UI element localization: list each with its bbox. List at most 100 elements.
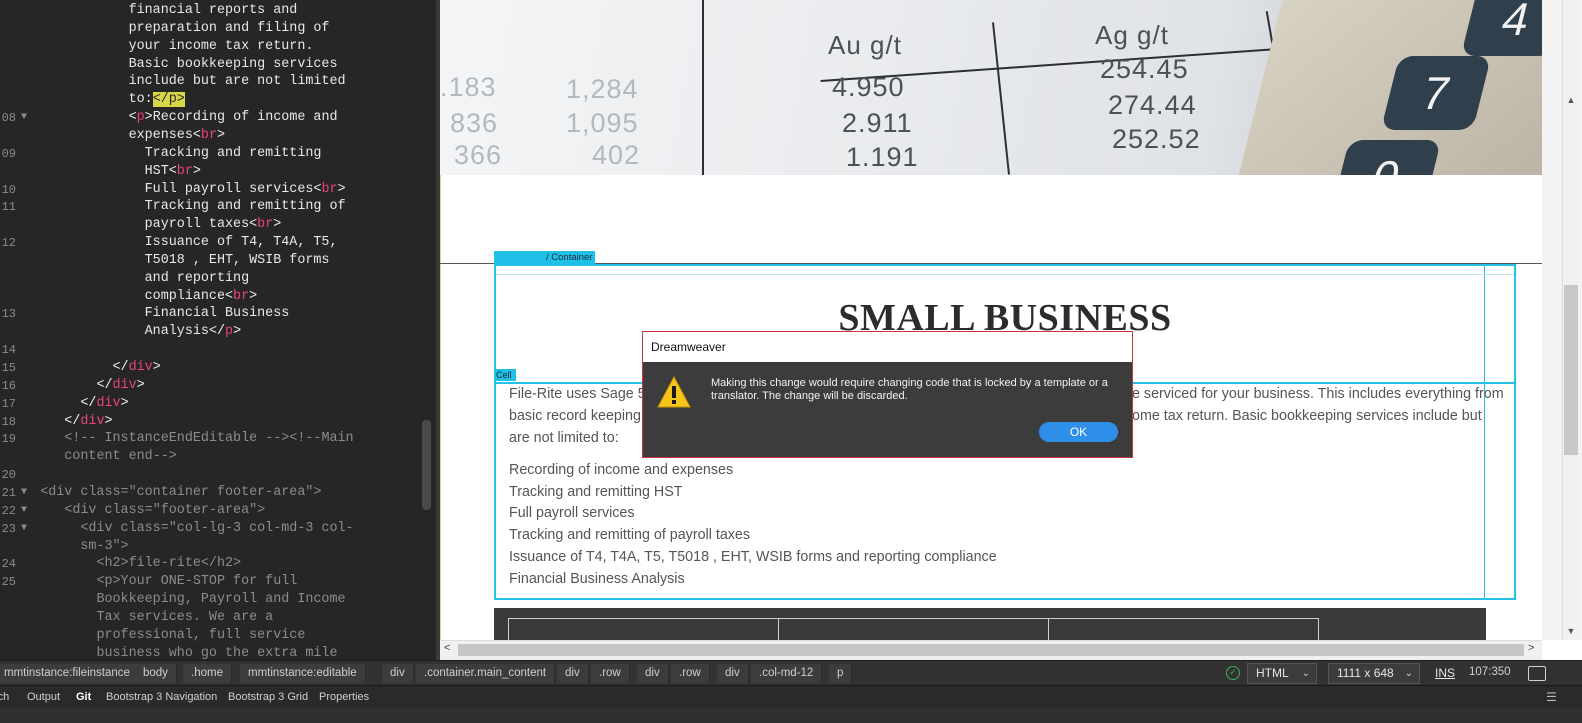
code-line[interactable]: 20 (0, 466, 430, 484)
code-line[interactable]: and reporting (0, 270, 430, 288)
code-line[interactable]: 25 <p>Your ONE-STOP for full (0, 573, 430, 591)
panel-tab[interactable]: Output (27, 691, 60, 703)
code-line[interactable]: 08 ▼ <p>Recording of income and (0, 109, 430, 127)
breadcrumb-item[interactable]: .col-md-12 (751, 664, 823, 683)
panel-tab[interactable]: Properties (319, 691, 369, 703)
dialog-titlebar[interactable]: Dreamweaver (643, 332, 1132, 362)
code-text[interactable]: </div> (0, 359, 161, 377)
code-line[interactable]: HST<br> (0, 163, 430, 181)
code-text[interactable]: <div class="col-lg-3 col-md-3 col- (0, 520, 353, 538)
code-text[interactable]: Tracking and remitting of (0, 198, 346, 216)
code-line[interactable]: 16 </div> (0, 377, 430, 395)
ok-button[interactable]: OK (1039, 422, 1118, 442)
live-design-view[interactable]: Au g/t Ag g/t .183 836 366 1,284 1,095 4… (440, 0, 1582, 660)
document-type-select[interactable]: HTML ⌄ (1247, 663, 1317, 684)
scroll-right-icon[interactable]: > (1528, 642, 1534, 654)
code-line[interactable]: sm-3"> (0, 538, 430, 556)
paragraph-line1-left[interactable]: File-Rite uses Sage 5 (509, 383, 646, 405)
code-text[interactable]: professional, full service (0, 627, 305, 645)
code-text[interactable]: business who go the extra mile (0, 645, 337, 660)
code-text[interactable]: compliance<br> (0, 288, 258, 306)
code-line[interactable]: 10 Full payroll services<br> (0, 181, 430, 199)
code-line[interactable]: to:</p> (0, 91, 430, 109)
service-item[interactable]: Full payroll services (509, 502, 635, 524)
paragraph-line1-right[interactable]: e serviced for your business. This inclu… (1132, 383, 1504, 405)
code-line[interactable]: T5018 , EHT, WSIB forms (0, 252, 430, 270)
code-line[interactable]: 13 Financial Business (0, 305, 430, 323)
code-line[interactable]: 24 <h2>file-rite</h2> (0, 555, 430, 573)
breadcrumb-item[interactable]: div (637, 664, 669, 683)
breadcrumb-item[interactable]: body (135, 664, 177, 683)
code-line[interactable]: 18 </div> (0, 413, 430, 431)
code-line[interactable]: 11 Tracking and remitting of (0, 198, 430, 216)
service-item[interactable]: Tracking and remitting HST (509, 481, 682, 503)
horizontal-scroll-thumb[interactable] (458, 644, 1524, 656)
container-tag-label[interactable]: / Container (494, 251, 595, 264)
panel-tab[interactable]: rch (0, 691, 9, 703)
code-line[interactable]: 22 ▼ <div class="footer-area"> (0, 502, 430, 520)
breadcrumb-item[interactable]: div (717, 664, 749, 683)
code-text[interactable]: to:</p> (0, 91, 185, 109)
code-text[interactable]: <p>Recording of income and (0, 109, 338, 127)
code-line[interactable]: compliance<br> (0, 288, 430, 306)
code-line[interactable]: include but are not limited (0, 73, 430, 91)
breadcrumb-item[interactable]: p (829, 664, 853, 683)
code-text[interactable]: <div class="footer-area"> (0, 502, 265, 520)
code-text[interactable]: and reporting (0, 270, 249, 288)
code-text[interactable]: Tracking and remitting (0, 145, 322, 163)
code-text[interactable]: content end--> (0, 448, 177, 466)
code-line[interactable]: expenses<br> (0, 127, 430, 145)
breadcrumb-item[interactable]: .container.main_content (416, 664, 556, 683)
code-text[interactable]: </div> (0, 377, 144, 395)
code-text[interactable]: </div> (0, 395, 128, 413)
code-text[interactable]: payroll taxes<br> (0, 216, 282, 234)
realtime-preview-icon[interactable] (1528, 666, 1546, 681)
code-line[interactable]: content end--> (0, 448, 430, 466)
code-line[interactable]: 12 Issuance of T4, T4A, T5, (0, 234, 430, 252)
code-text[interactable]: Analysis</p> (0, 323, 241, 341)
code-text[interactable]: Financial Business (0, 305, 290, 323)
code-text[interactable]: Full payroll services<br> (0, 181, 346, 199)
vertical-scroll-thumb[interactable] (1564, 285, 1578, 455)
code-line[interactable]: payroll taxes<br> (0, 216, 430, 234)
breadcrumb-item[interactable]: .row (591, 664, 630, 683)
code-text[interactable]: sm-3"> (0, 538, 128, 556)
paragraph-line3[interactable]: are not limited to: (509, 427, 619, 449)
panel-tab[interactable]: Bootstrap 3 Grid (228, 691, 308, 703)
code-text[interactable]: expenses<br> (0, 127, 225, 145)
code-scrollbar[interactable] (422, 420, 431, 510)
code-text[interactable]: include but are not limited (0, 73, 346, 91)
breadcrumb-item[interactable]: mmtinstance:fileinstance (0, 664, 139, 683)
breadcrumb-item[interactable]: .home (183, 664, 232, 683)
breadcrumb-item[interactable]: mmtinstance:editable (240, 664, 366, 683)
code-text[interactable]: <p>Your ONE-STOP for full (0, 573, 297, 591)
code-line[interactable]: Analysis</p> (0, 323, 430, 341)
panel-menu-icon[interactable]: ☰ (1546, 690, 1557, 704)
cell-tag-label[interactable]: Cell (494, 369, 516, 381)
code-line[interactable]: 21 ▼ <div class="container footer-area"> (0, 484, 430, 502)
scroll-up-icon[interactable]: ▲ (1564, 95, 1578, 107)
code-line[interactable]: financial reports and (0, 2, 430, 20)
code-view[interactable]: financial reports and preparation and fi… (0, 0, 438, 660)
code-text[interactable]: preparation and filing of (0, 20, 330, 38)
code-line[interactable]: 19 <!-- InstanceEndEditable --><!--Main (0, 430, 430, 448)
panel-tab[interactable]: Bootstrap 3 Navigation (106, 691, 217, 703)
panel-tab[interactable]: Git (76, 691, 91, 703)
code-text[interactable]: financial reports and (0, 2, 298, 20)
code-line[interactable]: Tax services. We are a (0, 609, 430, 627)
code-line[interactable]: Bookkeeping, Payroll and Income (0, 591, 430, 609)
code-text[interactable]: Tax services. We are a (0, 609, 273, 627)
code-text[interactable]: your income tax return. (0, 38, 314, 56)
service-item[interactable]: Tracking and remitting of payroll taxes (509, 524, 750, 546)
code-text[interactable]: </div> (0, 413, 112, 431)
code-text[interactable]: <div class="container footer-area"> (0, 484, 321, 502)
breadcrumb-item[interactable]: .row (671, 664, 710, 683)
code-text[interactable]: HST<br> (0, 163, 201, 181)
scroll-left-icon[interactable]: < (444, 642, 450, 654)
code-line[interactable]: 14 (0, 341, 430, 359)
insert-mode-toggle[interactable]: INS (1435, 666, 1455, 680)
code-line[interactable]: 09 Tracking and remitting (0, 145, 430, 163)
code-line[interactable]: 23 ▼ <div class="col-lg-3 col-md-3 col- (0, 520, 430, 538)
code-text[interactable]: Basic bookkeeping services (0, 56, 338, 74)
code-line[interactable]: Basic bookkeeping services (0, 56, 430, 74)
